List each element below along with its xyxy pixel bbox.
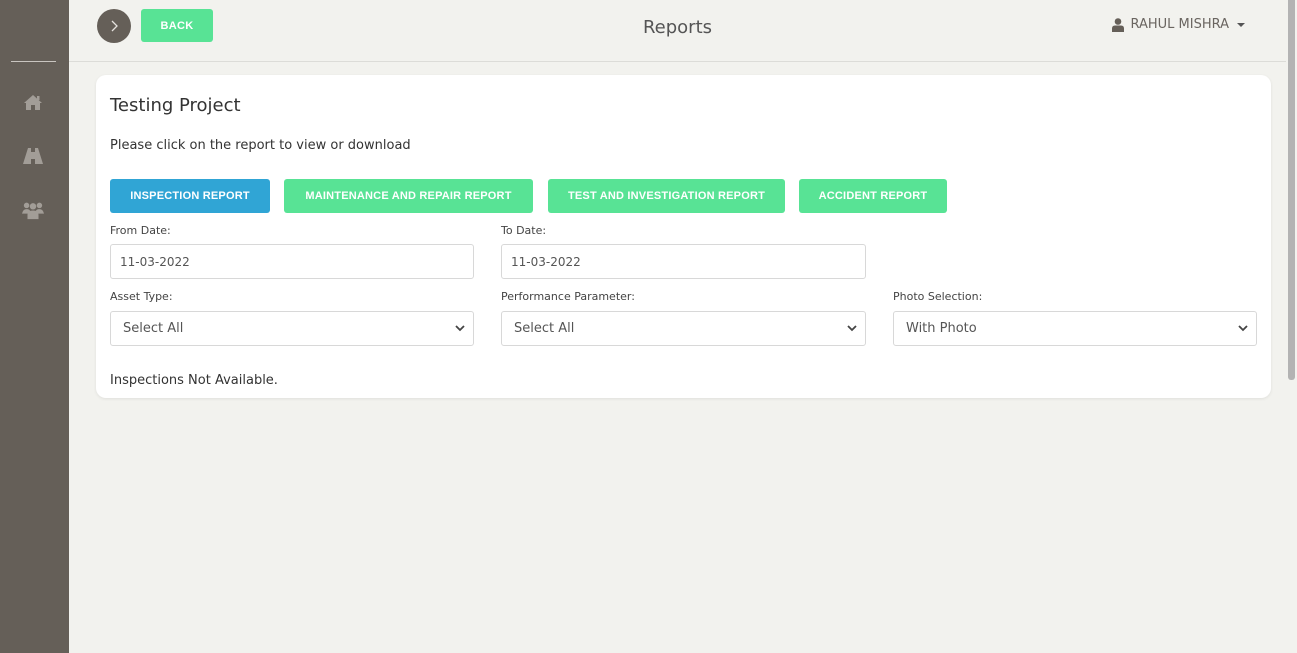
asset-type-select[interactable]: Select All xyxy=(110,311,474,346)
performance-parameter-label: Performance Parameter: xyxy=(501,290,635,303)
road-icon xyxy=(23,148,43,164)
instruction-text: Please click on the report to view or do… xyxy=(110,138,411,153)
sidebar xyxy=(0,0,69,653)
sidebar-divider xyxy=(11,61,56,62)
top-bar: BACK Reports RAHUL MISHRA xyxy=(69,0,1286,62)
to-date-label: To Date: xyxy=(501,224,547,237)
photo-selection-label: Photo Selection: xyxy=(893,290,983,303)
accident-report-button[interactable]: ACCIDENT REPORT xyxy=(799,179,947,213)
to-date-value: 11-03-2022 xyxy=(511,254,581,269)
project-title: Testing Project xyxy=(110,95,241,116)
home-icon xyxy=(24,94,42,110)
caret-down-icon xyxy=(1237,22,1245,27)
photo-selection-value: With Photo xyxy=(906,321,977,336)
asset-type-value: Select All xyxy=(123,321,184,336)
performance-parameter-value: Select All xyxy=(514,321,575,336)
user-menu[interactable]: RAHUL MISHRA xyxy=(1112,17,1245,32)
performance-parameter-select[interactable]: Select All xyxy=(501,311,866,346)
maintenance-repair-report-button[interactable]: MAINTENANCE AND REPAIR REPORT xyxy=(284,179,533,213)
chevron-down-icon xyxy=(1238,325,1248,332)
page-title: Reports xyxy=(642,17,713,38)
from-date-label: From Date: xyxy=(110,224,171,237)
page-scrollbar[interactable] xyxy=(1286,0,1297,653)
sidebar-item-roads[interactable] xyxy=(22,145,44,167)
asset-type-label: Asset Type: xyxy=(110,290,173,303)
sidebar-item-home[interactable] xyxy=(22,91,44,113)
sidebar-item-users[interactable] xyxy=(22,199,44,221)
to-date-input[interactable]: 11-03-2022 xyxy=(501,244,866,279)
user-icon xyxy=(1112,17,1125,32)
empty-state-message: Inspections Not Available. xyxy=(110,373,278,388)
scrollbar-thumb[interactable] xyxy=(1288,0,1295,380)
chevron-down-icon xyxy=(455,325,465,332)
photo-selection-select[interactable]: With Photo xyxy=(893,311,1257,346)
user-name: RAHUL MISHRA xyxy=(1130,17,1229,32)
from-date-input[interactable]: 11-03-2022 xyxy=(110,244,474,279)
report-card: Testing Project Please click on the repo… xyxy=(96,75,1271,398)
from-date-value: 11-03-2022 xyxy=(120,254,190,269)
chevron-down-icon xyxy=(847,325,857,332)
inspection-report-button[interactable]: INSPECTION REPORT xyxy=(110,179,270,213)
test-investigation-report-button[interactable]: TEST AND INVESTIGATION REPORT xyxy=(548,179,785,213)
users-icon xyxy=(22,202,44,220)
